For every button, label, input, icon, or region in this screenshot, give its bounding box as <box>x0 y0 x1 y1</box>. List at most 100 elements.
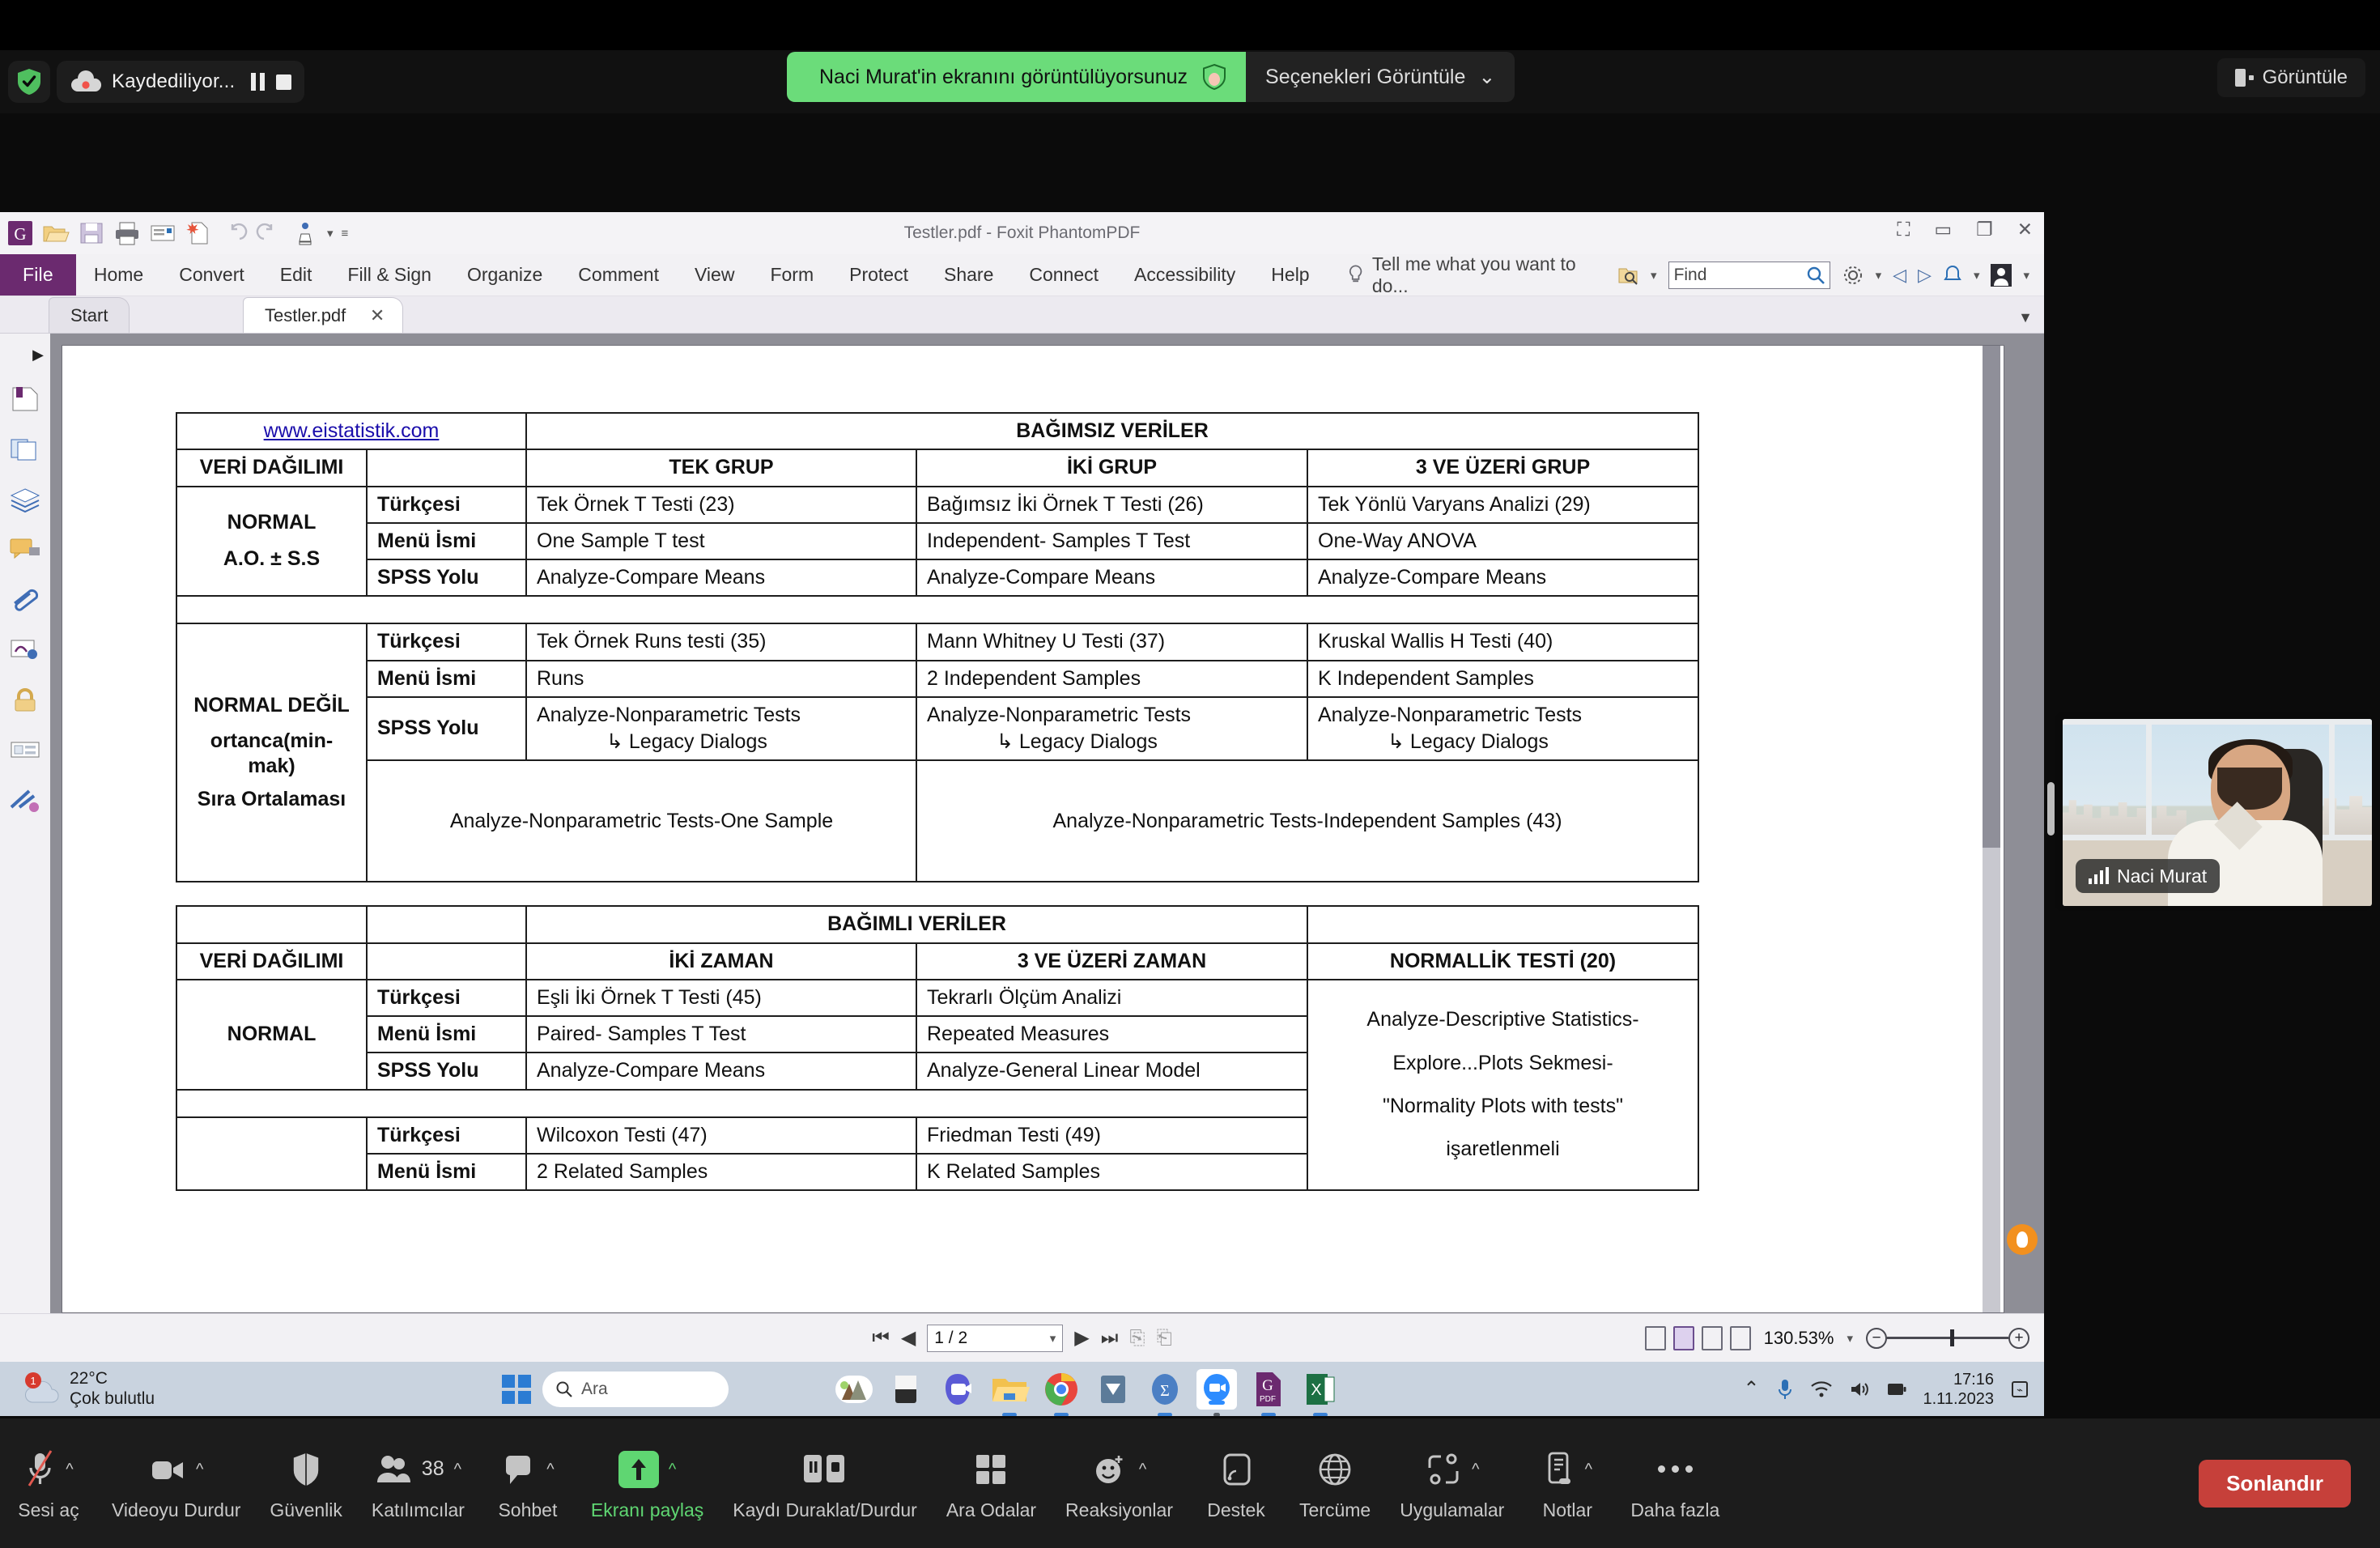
close-button[interactable]: ✕ <box>2017 220 2033 239</box>
zoom-control-record[interactable]: Kaydı Duraklat/Durdur <box>718 1431 932 1536</box>
find-input[interactable]: Find <box>1668 261 1830 289</box>
previous-page-icon[interactable]: ◀ <box>901 1326 916 1350</box>
pause-recording-button[interactable] <box>251 73 266 91</box>
ribbon-tab-protect[interactable]: Protect <box>831 254 926 296</box>
ribbon-tab-organize[interactable]: Organize <box>449 254 560 296</box>
security-shield-button[interactable] <box>8 61 50 103</box>
annotation-badge-icon[interactable] <box>2007 1224 2038 1255</box>
zoom-control-mute[interactable]: ^ Sesi aç <box>0 1431 97 1536</box>
chat-options-chevron-icon[interactable]: ^ <box>546 1461 554 1478</box>
taskbar-app-zoom-icon[interactable] <box>1196 1368 1237 1410</box>
notifications-dropdown-icon[interactable]: ▾ <box>1974 268 1980 283</box>
document-tab-testler[interactable]: Testler.pdf ✕ <box>243 297 404 333</box>
signatures-icon[interactable] <box>8 636 42 665</box>
recording-pill[interactable]: Kaydediliyor... <box>57 61 305 103</box>
zoom-slider[interactable]: − + <box>1866 1327 2029 1349</box>
windows-start-icon[interactable] <box>502 1374 531 1404</box>
zoom-control-chat[interactable]: ^ Sohbet <box>479 1431 576 1536</box>
tab-overflow-icon[interactable]: ▼ <box>2018 309 2033 326</box>
new-document-icon[interactable] <box>185 219 212 247</box>
zoom-slider-track[interactable] <box>1887 1329 2008 1346</box>
participant-video-thumbnail[interactable]: Naci Murat <box>2055 712 2372 911</box>
tell-me-search[interactable]: Tell me what you want to do... <box>1328 253 1617 296</box>
page-dropdown-icon[interactable]: ▾ <box>1050 1331 1056 1346</box>
open-file-icon[interactable] <box>42 219 70 247</box>
expand-panel-icon[interactable]: ▶ <box>32 347 44 364</box>
security-lock-icon[interactable] <box>8 686 42 715</box>
video-options-chevron-icon[interactable]: ^ <box>196 1461 203 1478</box>
view-button[interactable]: Görüntüle <box>2216 58 2365 97</box>
zoom-control-support[interactable]: Destek <box>1188 1431 1285 1536</box>
ribbon-tab-connect[interactable]: Connect <box>1011 254 1116 296</box>
zoom-slider-knob[interactable] <box>1950 1329 1954 1346</box>
ribbon-tab-convert[interactable]: Convert <box>161 254 262 296</box>
attachments-icon[interactable] <box>8 585 42 615</box>
source-link[interactable]: www.eistatistik.com <box>264 419 440 442</box>
account-dropdown-icon[interactable]: ▾ <box>2023 268 2029 283</box>
stamp-dropdown-icon[interactable]: ▾ <box>327 226 334 240</box>
document-tab-start[interactable]: Start <box>49 297 130 333</box>
layers-icon[interactable] <box>8 485 42 514</box>
undo-icon[interactable] <box>220 219 248 247</box>
single-page-view-icon[interactable] <box>1644 1325 1666 1350</box>
ribbon-tab-help[interactable]: Help <box>1253 254 1327 296</box>
taskbar-app-vlc-icon[interactable] <box>1093 1369 1133 1410</box>
zoom-control-video[interactable]: ^ Videoyu Durdur <box>97 1431 255 1536</box>
next-page-icon[interactable]: ▶ <box>1074 1326 1089 1350</box>
volume-icon[interactable] <box>1849 1380 1870 1399</box>
rotate-left-icon[interactable]: ⎘ <box>1129 1327 1145 1350</box>
zoom-in-button[interactable]: + <box>2008 1327 2029 1349</box>
stop-recording-button[interactable] <box>276 74 292 90</box>
page-thumbnails-icon[interactable] <box>8 435 42 464</box>
tray-overflow-icon[interactable]: ⌃ <box>1743 1377 1759 1401</box>
reactions-options-chevron-icon[interactable]: ^ <box>1139 1461 1146 1478</box>
battery-icon[interactable] <box>1886 1380 1907 1398</box>
close-icon[interactable]: ✕ <box>370 305 385 326</box>
search-dropdown-icon[interactable]: ▾ <box>1651 268 1657 283</box>
ribbon-tab-form[interactable]: Form <box>752 254 831 296</box>
participants-options-chevron-icon[interactable]: ^ <box>454 1461 461 1478</box>
wifi-icon[interactable] <box>1810 1380 1833 1399</box>
view-options-button[interactable]: Seçenekleri Görüntüle ⌄ <box>1246 52 1515 102</box>
taskbar-app-task-view-icon[interactable] <box>886 1369 926 1410</box>
microphone-icon[interactable] <box>1776 1378 1794 1401</box>
last-page-icon[interactable]: ⏭ <box>1101 1327 1119 1350</box>
zoom-control-interpretation[interactable]: Tercüme <box>1285 1431 1385 1536</box>
zoom-dropdown-icon[interactable]: ▾ <box>1847 1331 1853 1346</box>
zoom-control-share-screen[interactable]: ^ Ekranı paylaş <box>576 1431 718 1536</box>
first-page-icon[interactable]: ⏮ <box>872 1327 890 1350</box>
ribbon-tab-fill-sign[interactable]: Fill & Sign <box>329 254 449 296</box>
ribbon-tab-share[interactable]: Share <box>926 254 1011 296</box>
save-icon[interactable] <box>78 219 105 247</box>
rotate-right-icon[interactable]: ⎗ <box>1157 1327 1172 1350</box>
zoom-control-apps[interactable]: ^ Uygulamalar <box>1385 1431 1519 1536</box>
zoom-control-more[interactable]: Daha fazla <box>1616 1431 1734 1536</box>
notes-options-chevron-icon[interactable]: ^ <box>1585 1461 1592 1478</box>
account-avatar-icon[interactable] <box>1991 263 2012 287</box>
taskbar-app-teams-icon[interactable] <box>937 1369 978 1410</box>
ribbon-tab-view[interactable]: View <box>677 254 752 296</box>
email-icon[interactable] <box>149 219 176 247</box>
ribbon-tab-comment[interactable]: Comment <box>560 254 677 296</box>
restore-button[interactable]: ❐ <box>1976 220 1993 239</box>
taskbar-clock[interactable]: 17:16 1.11.2023 <box>1923 1370 1995 1409</box>
zoom-control-breakout-rooms[interactable]: Ara Odalar <box>932 1431 1051 1536</box>
source-link-cell[interactable]: www.eistatistik.com <box>176 411 527 451</box>
compact-mode-button[interactable]: ⛶ <box>1897 220 1910 239</box>
search-document-icon[interactable] <box>1617 264 1639 287</box>
minimize-button[interactable]: ▭ <box>1934 220 1952 239</box>
stamp-icon[interactable] <box>291 219 319 247</box>
fit-page-icon[interactable] <box>1729 1325 1751 1350</box>
settings-gear-icon[interactable] <box>1842 264 1864 287</box>
bookmarks-icon[interactable] <box>8 385 42 414</box>
taskbar-app-excel-icon[interactable]: X <box>1300 1369 1341 1410</box>
facing-view-icon[interactable] <box>1701 1325 1723 1350</box>
taskbar-weather-widget[interactable]: 1 22°C Çok bulutlu <box>0 1369 155 1408</box>
ribbon-tab-file[interactable]: File <box>0 254 76 296</box>
zoom-out-button[interactable]: − <box>1866 1327 1887 1349</box>
next-view-icon[interactable]: ▷ <box>1918 265 1932 286</box>
comments-icon[interactable] <box>8 535 42 564</box>
qat-overflow-icon[interactable]: ≡ <box>342 227 349 240</box>
zoom-control-reactions[interactable]: ^ Reaksiyonlar <box>1051 1431 1188 1536</box>
zoom-control-participants[interactable]: 38 ^ Katılımcılar <box>357 1431 479 1536</box>
